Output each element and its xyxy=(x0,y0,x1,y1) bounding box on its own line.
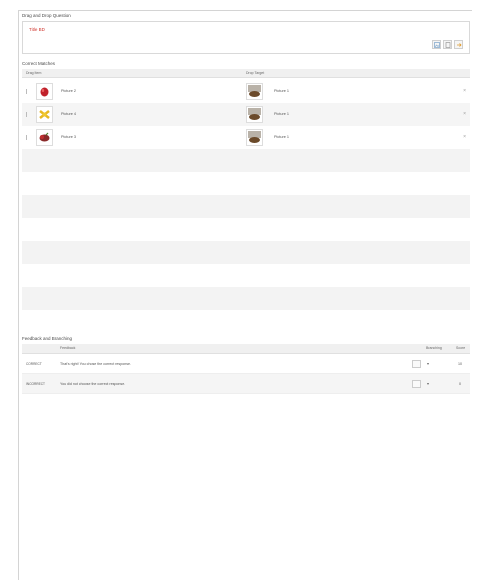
feedback-header: Feedback Branching Score xyxy=(22,344,470,354)
feedback-panel-title: Feedback and Branching xyxy=(22,336,73,341)
empty-row xyxy=(22,218,470,241)
question-panel-title: Drag and Drop Question xyxy=(22,13,71,18)
drop-target-label: Picture 1 xyxy=(274,135,289,139)
feedback-text[interactable]: You did not choose the correct response. xyxy=(60,374,125,394)
edit-feedback-button[interactable] xyxy=(412,380,421,388)
feedback-row-correct: CORRECT That's right! You chose the corr… xyxy=(22,354,470,374)
drop-target-label: Picture 1 xyxy=(274,112,289,116)
empty-row xyxy=(22,149,470,172)
empty-row xyxy=(22,195,470,218)
feedback-type-label: CORRECT xyxy=(26,362,42,366)
question-title-link[interactable]: Title BD xyxy=(29,27,45,32)
feedback-row-incorrect: INCORRECT You did not choose the correct… xyxy=(22,374,470,394)
empty-row xyxy=(22,287,470,310)
question-toolbar xyxy=(432,40,463,49)
drop-target-header: Drop Target xyxy=(246,71,265,75)
document-icon[interactable] xyxy=(443,40,452,49)
drag-item-label: Picture 3 xyxy=(61,135,76,139)
edit-feedback-button[interactable] xyxy=(412,360,421,368)
drag-item-header: Drag Item xyxy=(26,71,42,75)
image-icon[interactable] xyxy=(432,40,441,49)
empty-row xyxy=(22,310,470,333)
score-column-header: Score xyxy=(456,346,466,350)
empty-row xyxy=(22,241,470,264)
score-field[interactable]: 10 xyxy=(458,354,462,374)
arrow-icon[interactable] xyxy=(454,40,463,49)
yellow-object-icon xyxy=(36,106,53,123)
match-row[interactable]: Picture 4 Picture 1 × xyxy=(22,103,470,126)
matches-panel-title: Correct Matches xyxy=(22,61,56,66)
delete-row-button[interactable]: × xyxy=(463,126,466,149)
question-panel: Title BD xyxy=(22,21,470,54)
drag-handle[interactable] xyxy=(26,135,27,140)
drag-item-label: Picture 2 xyxy=(61,89,76,93)
score-field[interactable]: 0 xyxy=(459,374,461,394)
branching-dropdown[interactable]: ▾ xyxy=(427,354,429,374)
match-row[interactable]: Picture 3 Picture 1 × xyxy=(22,126,470,149)
red-object-icon xyxy=(36,83,53,100)
match-row[interactable]: Picture 2 Picture 1 × xyxy=(22,80,470,103)
feedback-text[interactable]: That's right! You chose the correct resp… xyxy=(60,354,131,374)
drag-handle[interactable] xyxy=(26,89,27,94)
bowl-icon xyxy=(246,83,263,100)
drop-target-label: Picture 1 xyxy=(274,89,289,93)
bowl-icon xyxy=(246,129,263,146)
fruit-icon xyxy=(36,129,53,146)
delete-row-button[interactable]: × xyxy=(463,80,466,103)
empty-row xyxy=(22,264,470,287)
empty-row xyxy=(22,172,470,195)
feedback-column-header: Feedback xyxy=(60,346,76,350)
delete-row-button[interactable]: × xyxy=(463,103,466,126)
branching-dropdown[interactable]: ▾ xyxy=(427,374,429,394)
branching-column-header: Branching xyxy=(426,346,442,350)
bowl-icon xyxy=(246,106,263,123)
matches-header: Drag Item Drop Target xyxy=(22,69,470,78)
drag-handle[interactable] xyxy=(26,112,27,117)
feedback-type-label: INCORRECT xyxy=(26,382,45,386)
drag-item-label: Picture 4 xyxy=(61,112,76,116)
